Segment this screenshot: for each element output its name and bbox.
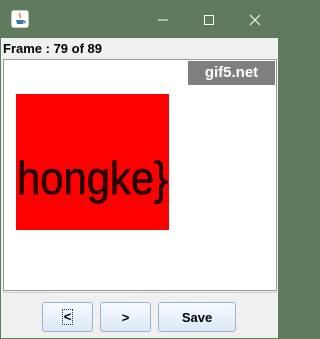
minimize-icon — [158, 19, 168, 20]
next-frame-button[interactable]: > — [100, 302, 151, 332]
save-button[interactable]: Save — [158, 302, 236, 332]
maximize-icon — [204, 14, 214, 25]
next-frame-label: > — [121, 309, 130, 325]
watermark-label: gif5.net — [188, 61, 275, 85]
java-cup-icon — [11, 10, 29, 28]
close-button[interactable] — [232, 1, 278, 38]
previous-frame-label: < — [61, 309, 74, 325]
navigation-bar: < > Save — [3, 292, 277, 338]
previous-frame-button[interactable]: < — [42, 302, 93, 332]
close-icon — [249, 14, 261, 25]
save-label: Save — [181, 309, 213, 325]
frame-image-text: hongke} — [17, 152, 168, 204]
title-bar[interactable] — [1, 1, 278, 38]
frame-image: hongke} — [16, 94, 169, 230]
frame-counter-label: Frame : 79 of 89 — [3, 41, 102, 56]
app-window: Frame : 79 of 89 gif5.net hongke} < > Sa… — [0, 0, 279, 339]
maximize-button[interactable] — [186, 1, 232, 38]
gif-preview-canvas: gif5.net hongke} — [3, 59, 277, 291]
minimize-button[interactable] — [140, 1, 186, 38]
